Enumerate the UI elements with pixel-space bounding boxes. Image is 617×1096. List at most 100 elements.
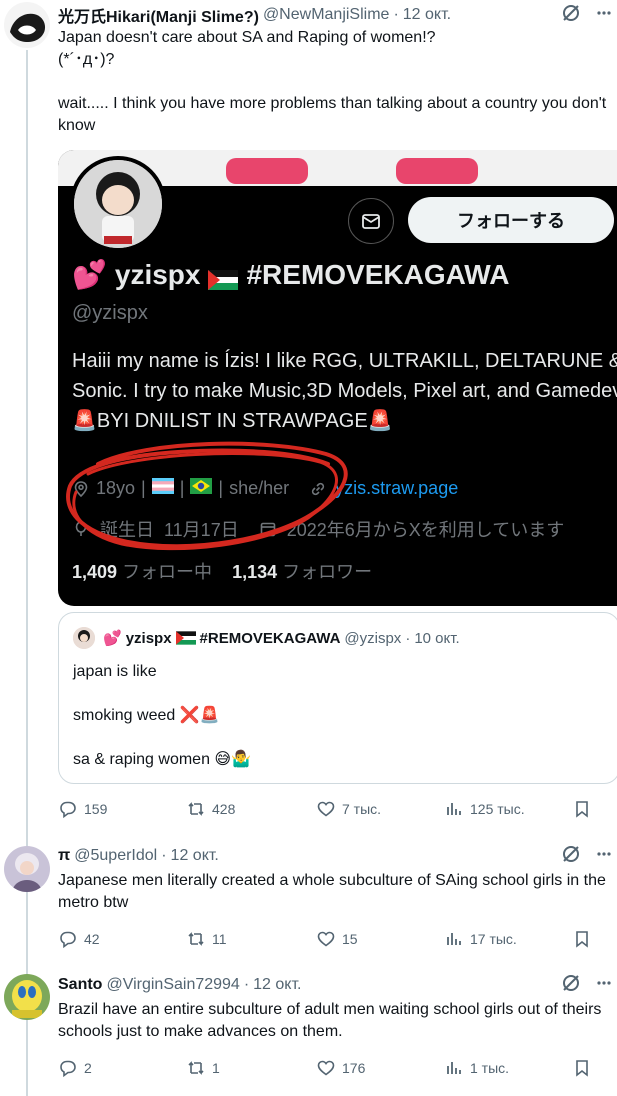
author-handle[interactable]: @NewManjiSlime	[263, 6, 390, 24]
attached-image[interactable]: フォローする 💕 yzispx #REMOVEKAGAWA @yzispx Ha…	[58, 150, 617, 606]
tweet-reply[interactable]: Santo @VirginSain72994 · 12 окт. Brazil …	[0, 970, 617, 1096]
bookmark-icon	[576, 1060, 588, 1077]
repost-count: 1	[212, 1060, 220, 1076]
repost-button[interactable]: 1	[186, 1058, 220, 1078]
repost-count: 11	[212, 931, 227, 947]
author-name[interactable]: 光万氏Hikari(Manji Slime?)	[58, 3, 259, 27]
avatar[interactable]	[4, 974, 50, 1020]
separator-dot: ·	[161, 847, 167, 864]
analytics-icon	[447, 933, 461, 945]
avatar[interactable]	[4, 2, 50, 48]
tweet-text: Japan doesn't care about SA and Raping o…	[58, 29, 607, 134]
author-handle[interactable]: @VirginSain72994	[106, 976, 239, 994]
tweet-actions: 159 428 7 тыс. 125 тыс.	[58, 797, 610, 821]
tweet-date[interactable]: 12 окт.	[253, 976, 301, 994]
tweet-date[interactable]: 12 окт.	[171, 847, 219, 865]
avatar[interactable]	[4, 846, 50, 892]
tweet-top-actions	[561, 844, 611, 868]
more-icon[interactable]	[597, 3, 611, 28]
profile-handle: @yzispx	[72, 302, 148, 324]
views-button[interactable]: 125 тыс.	[444, 799, 525, 819]
tweet-header: π @5uperIdol · 12 окт.	[58, 844, 219, 868]
banner-decoration	[396, 158, 478, 184]
separator-dot: ·	[393, 6, 399, 23]
follow-button: フォローする	[408, 197, 614, 243]
heart-icon	[317, 801, 335, 817]
analytics-icon	[447, 1062, 461, 1074]
reply-icon	[60, 931, 76, 949]
tweet-header: 光万氏Hikari(Manji Slime?) @NewManjiSlime ·…	[58, 3, 451, 27]
red-circle-annotation	[66, 441, 348, 551]
palestine-flag-icon	[208, 265, 239, 290]
like-button[interactable]: 7 тыс.	[316, 799, 381, 819]
reply-count: 42	[84, 931, 100, 947]
bookmark-button[interactable]	[572, 929, 592, 949]
repost-icon	[188, 802, 204, 816]
repost-button[interactable]: 11	[186, 929, 227, 949]
tweet-top-actions	[561, 3, 611, 27]
like-count: 176	[342, 1060, 366, 1076]
tweet-reply[interactable]: π @5uperIdol · 12 окт. Japanese men lite…	[0, 840, 617, 965]
grok-icon[interactable]	[561, 844, 581, 869]
quoted-tweet-header: 💕 yzispx #REMOVEKAGAWA @yzispx · 10 окт.	[73, 627, 460, 649]
quoted-text-line: japan is like	[73, 663, 157, 680]
views-button[interactable]: 17 тыс.	[444, 929, 517, 949]
tweet-text: Japanese men literally created a whole s…	[58, 872, 611, 911]
heart-icon	[317, 1060, 335, 1076]
bookmark-button[interactable]	[572, 1058, 592, 1078]
analytics-icon	[447, 803, 461, 815]
separator-dot: ·	[405, 629, 411, 647]
reply-icon	[60, 801, 76, 819]
mail-icon	[362, 214, 380, 229]
author-handle[interactable]: @5uperIdol	[74, 847, 157, 865]
quoted-author-name: yzispx	[125, 629, 172, 647]
view-count: 125 тыс.	[470, 801, 525, 817]
quoted-author-handle: @yzispx	[344, 629, 402, 647]
reply-count: 2	[84, 1060, 92, 1076]
repost-button[interactable]: 428	[186, 799, 235, 819]
like-count: 7 тыс.	[342, 801, 382, 817]
tweet-main[interactable]: 光万氏Hikari(Manji Slime?) @NewManjiSlime ·…	[0, 0, 617, 830]
banner-decoration	[226, 158, 308, 184]
quoted-tweet[interactable]: 💕 yzispx #REMOVEKAGAWA @yzispx · 10 окт.…	[58, 612, 617, 784]
separator-dot: ·	[243, 976, 250, 993]
repost-icon	[188, 932, 204, 946]
like-button[interactable]: 176	[316, 1058, 365, 1078]
tweet-top-actions	[561, 973, 611, 997]
tweet-date[interactable]: 12 окт.	[403, 6, 451, 24]
view-count: 17 тыс.	[470, 931, 517, 947]
more-icon[interactable]	[597, 973, 611, 998]
author-name[interactable]: π	[58, 847, 70, 865]
quoted-date: 10 окт.	[414, 629, 460, 647]
hearts-emoji: 💕	[72, 259, 107, 290]
repost-count: 428	[212, 801, 236, 817]
heart-icon	[317, 931, 335, 947]
reply-icon	[60, 1060, 76, 1078]
tweet-text: Brazil have an entire subculture of adul…	[58, 1001, 606, 1040]
reply-button[interactable]: 2	[58, 1058, 92, 1078]
quoted-text-line: smoking weed ❌🚨	[73, 707, 220, 724]
profile-bio: Haiii my name is Ízis! I like RGG, ULTRA…	[72, 350, 617, 432]
view-count: 1 тыс.	[470, 1060, 510, 1076]
reply-button[interactable]: 42	[58, 929, 100, 949]
quoted-text-line: sa & raping women 😅🤷‍♂️	[73, 751, 252, 768]
profile-name: yzispx	[114, 258, 201, 290]
grok-icon[interactable]	[561, 973, 581, 998]
tweet-actions: 2 1 176 1 тыс.	[58, 1056, 610, 1080]
views-button[interactable]: 1 тыс.	[444, 1058, 509, 1078]
bookmark-button[interactable]	[572, 799, 592, 819]
reply-button[interactable]: 159	[58, 799, 107, 819]
repost-icon	[188, 1061, 204, 1075]
profile-avatar	[70, 156, 166, 252]
profile-name-suffix: #REMOVEKAGAWA	[246, 258, 510, 290]
hearts-emoji: 💕	[103, 630, 122, 647]
palestine-flag-icon	[175, 631, 196, 645]
grok-icon[interactable]	[561, 3, 581, 28]
reply-count: 159	[84, 801, 108, 817]
like-button[interactable]: 15	[316, 929, 358, 949]
quoted-author-suffix: #REMOVEKAGAWA	[199, 629, 341, 647]
like-count: 15	[342, 931, 358, 947]
author-name[interactable]: Santo	[58, 976, 102, 994]
more-icon[interactable]	[597, 844, 611, 869]
bookmark-icon	[576, 801, 588, 818]
